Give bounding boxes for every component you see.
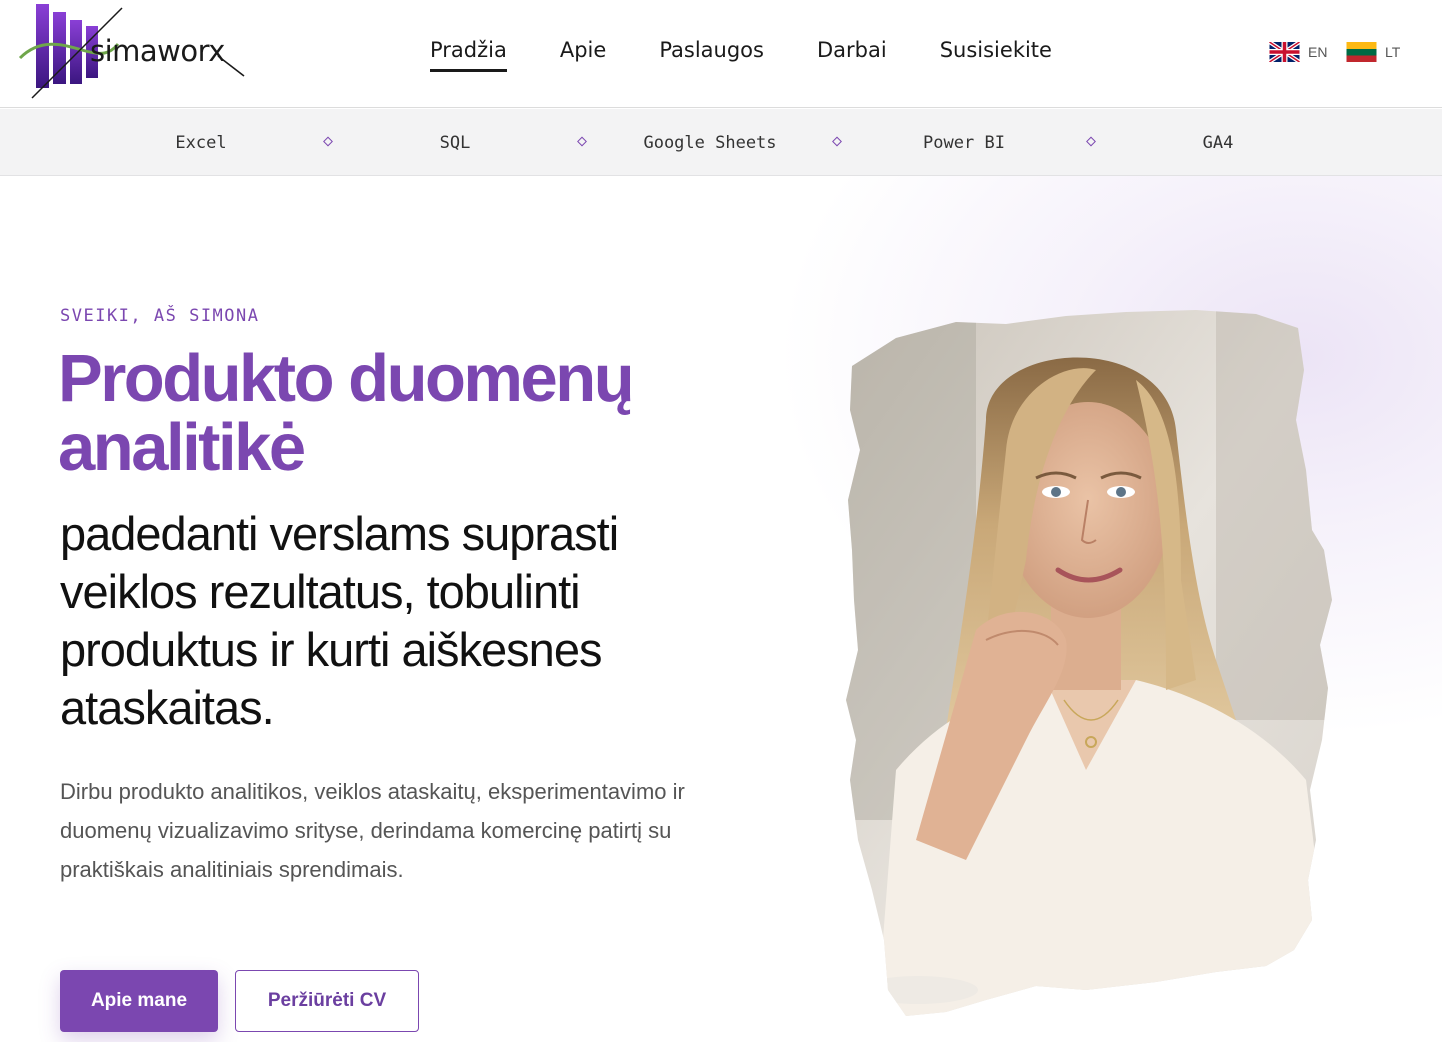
hero-eyebrow: SVEIKI, AŠ SIMONA (60, 306, 260, 326)
site-header: simaworx Pradžia Apie Paslaugos Darbai S… (0, 0, 1442, 108)
site-logo[interactable]: simaworx (18, 4, 248, 100)
skill-power-bi: Power BI (923, 133, 1005, 153)
skills-strip: Excel SQL Google Sheets Power BI GA4 (0, 109, 1442, 176)
hero-headline: Produkto duomenų analitikė (58, 341, 635, 485)
view-cv-button[interactable]: Peržiūrėti CV (235, 970, 419, 1032)
language-label-lt: LT (1385, 44, 1401, 60)
hero-subheadline: padedanti verslams suprasti veiklos rezu… (60, 507, 619, 734)
language-switch-lt[interactable]: LT (1346, 42, 1400, 62)
nav-item-susisiekite[interactable]: Susisiekite (940, 38, 1052, 70)
main-nav: Pradžia Apie Paslaugos Darbai Susisiekit… (430, 38, 1052, 72)
language-label-en: EN (1308, 44, 1328, 60)
skill-google-sheets: Google Sheets (643, 133, 777, 153)
lithuania-flag-icon (1346, 42, 1377, 62)
diamond-separator-icon (1086, 136, 1096, 147)
about-me-button[interactable]: Apie mane (60, 970, 218, 1032)
nav-item-paslaugos[interactable]: Paslaugos (659, 38, 764, 70)
nav-item-apie[interactable]: Apie (560, 38, 606, 70)
skill-ga4: GA4 (1202, 133, 1234, 153)
diamond-separator-icon (832, 136, 842, 147)
hero-description: Dirbu produkto analitikos, veiklos atask… (60, 779, 685, 882)
diamond-separator-icon (577, 136, 587, 147)
logo-wordmark: simaworx (90, 34, 225, 68)
uk-flag-icon (1269, 42, 1300, 62)
language-switch-en[interactable]: EN (1269, 42, 1327, 62)
portrait-photo (836, 300, 1346, 1030)
skill-sql: SQL (439, 133, 471, 153)
nav-item-pradzia[interactable]: Pradžia (430, 38, 507, 72)
skill-excel: Excel (175, 133, 227, 153)
diamond-separator-icon (323, 136, 333, 147)
nav-item-darbai[interactable]: Darbai (817, 38, 887, 70)
